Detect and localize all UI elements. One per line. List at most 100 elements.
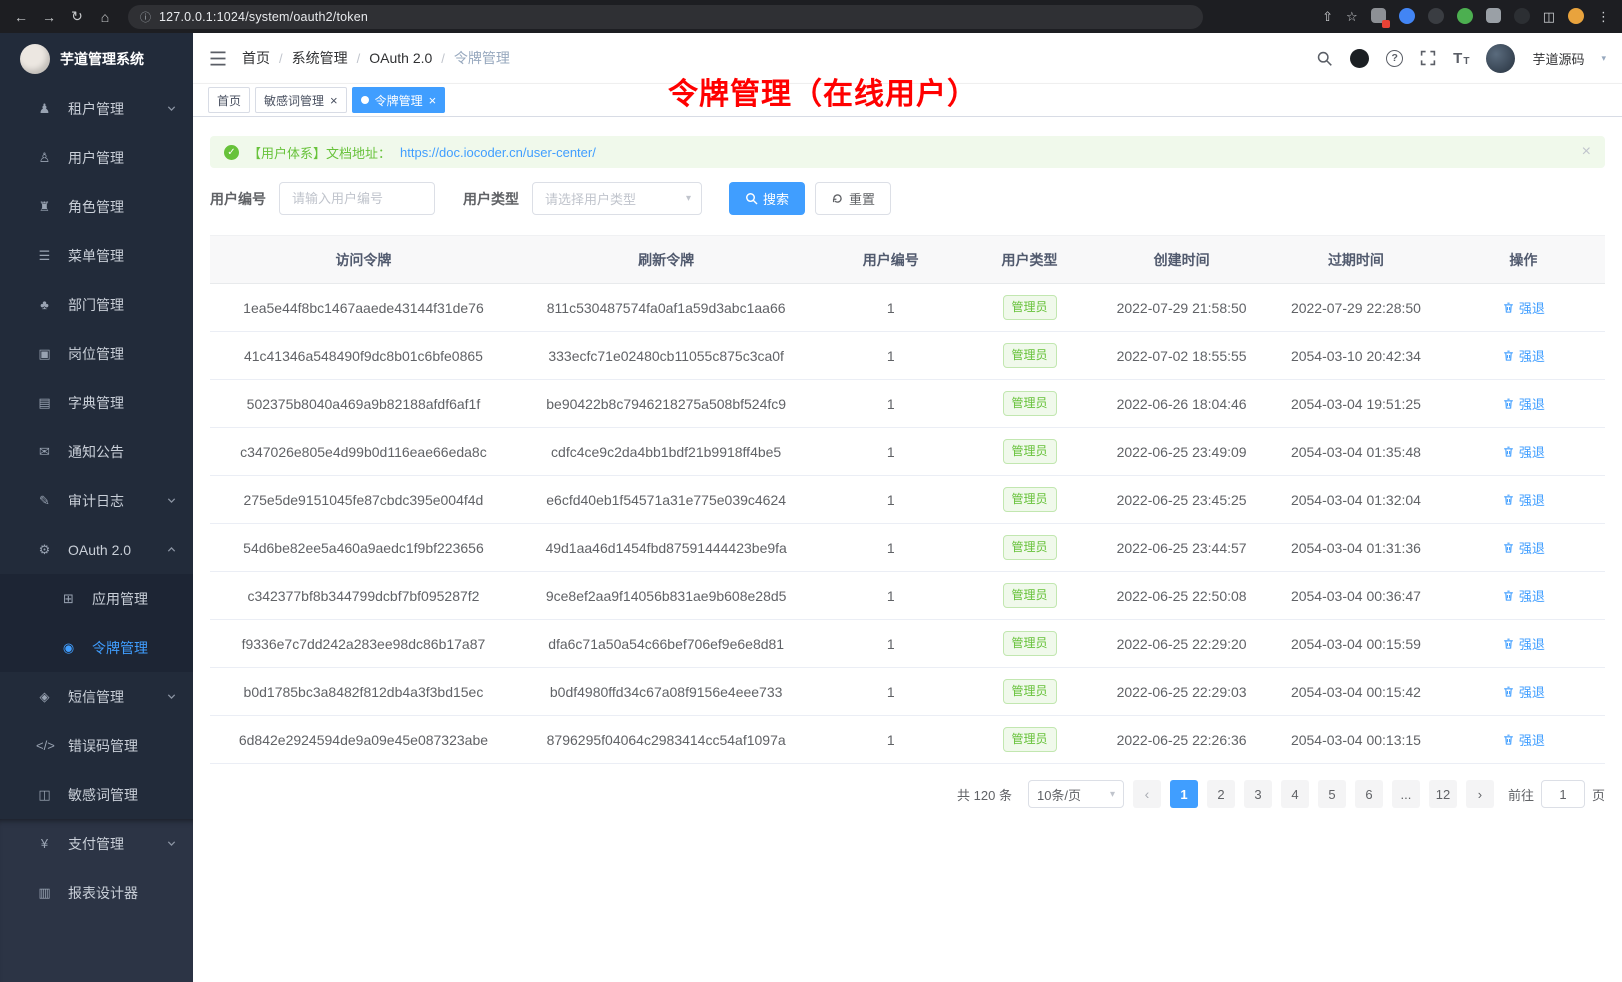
user-id-input[interactable] xyxy=(279,182,435,215)
sidebar-item-pay[interactable]: ¥支付管理 xyxy=(0,819,193,868)
app-logo[interactable]: 芋道管理系统 xyxy=(0,33,193,84)
user-type-badge: 管理员 xyxy=(1003,583,1057,607)
sidebar-item-errcode[interactable]: </>错误码管理 xyxy=(0,721,193,770)
page-number-button[interactable]: 6 xyxy=(1355,780,1383,808)
github-icon[interactable] xyxy=(1350,49,1369,68)
forward-icon[interactable]: → xyxy=(40,9,58,25)
force-logout-button[interactable]: 强退 xyxy=(1502,346,1545,365)
close-icon[interactable]: × xyxy=(330,94,338,107)
font-size-icon[interactable]: TT xyxy=(1453,50,1469,67)
tab-token-management[interactable]: 令牌管理 × xyxy=(352,87,446,113)
sidebar-item-label: 错误码管理 xyxy=(68,736,177,756)
sidebar-item-menu[interactable]: ☰菜单管理 xyxy=(0,231,193,280)
header-actions: ? TT 芋道源码 ▾ xyxy=(1316,44,1606,73)
action-cell: 强退 xyxy=(1442,716,1605,764)
user-menu-caret-icon[interactable]: ▾ xyxy=(1601,53,1606,64)
sidebar-item-role[interactable]: ♜角色管理 xyxy=(0,182,193,231)
sidebar-item-report[interactable]: ▥报表设计器 xyxy=(0,868,193,917)
prev-page-button[interactable]: ‹ xyxy=(1133,780,1161,808)
refresh-token-cell: cdfc4ce9c2da4bb1bdf21b9918ff4be5 xyxy=(517,428,816,476)
fullscreen-icon[interactable] xyxy=(1420,50,1436,66)
sidebar-item-oauth[interactable]: ⚙OAuth 2.0 xyxy=(0,525,193,574)
dept-icon: ♣ xyxy=(36,297,53,312)
audit-icon: ✎ xyxy=(36,493,53,509)
goto-page-input[interactable] xyxy=(1541,780,1585,808)
browser-menu-icon[interactable]: ⋮ xyxy=(1597,10,1610,23)
user-type-select[interactable]: 请选择用户类型 ▾ xyxy=(532,182,702,215)
side-panel-icon[interactable]: ◫ xyxy=(1543,10,1555,23)
breadcrumb-system[interactable]: 系统管理 xyxy=(292,48,348,68)
user-type-cell: 管理员 xyxy=(966,524,1093,572)
tab-home[interactable]: 首页 xyxy=(208,87,250,113)
force-logout-button[interactable]: 强退 xyxy=(1502,730,1545,749)
sidebar-item-token[interactable]: ◉令牌管理 xyxy=(0,623,193,672)
profile-avatar-icon[interactable] xyxy=(1568,8,1584,26)
page-number-button[interactable]: 5 xyxy=(1318,780,1346,808)
sidebar-item-dict[interactable]: ▤字典管理 xyxy=(0,378,193,427)
access-token-cell: 1ea5e44f8bc1467aaede43144f31de76 xyxy=(210,284,517,332)
site-info-icon[interactable]: ⓘ xyxy=(140,9,151,25)
alert-close-icon[interactable]: × xyxy=(1582,143,1591,161)
home-icon[interactable]: ⌂ xyxy=(96,9,114,25)
sidebar-item-dept[interactable]: ♣部门管理 xyxy=(0,280,193,329)
breadcrumb-home[interactable]: 首页 xyxy=(242,48,270,68)
search-button[interactable]: 搜索 xyxy=(729,182,805,215)
reset-button[interactable]: 重置 xyxy=(815,182,891,215)
page-number-button[interactable]: 2 xyxy=(1207,780,1235,808)
back-icon[interactable]: ← xyxy=(12,9,30,25)
user-name[interactable]: 芋道源码 xyxy=(1532,49,1584,68)
col-refresh-token: 刷新令牌 xyxy=(517,236,816,284)
alert-text: 【用户体系】文档地址： xyxy=(248,143,391,162)
extension-icon-gray[interactable] xyxy=(1514,8,1530,26)
close-icon[interactable]: × xyxy=(429,94,437,107)
help-icon[interactable]: ? xyxy=(1386,50,1403,67)
page-number-button[interactable]: 3 xyxy=(1244,780,1272,808)
sidebar-item-sms[interactable]: ◈短信管理 xyxy=(0,672,193,721)
more-pages-button[interactable]: ... xyxy=(1392,780,1420,808)
user-avatar[interactable] xyxy=(1486,44,1515,73)
page-number-button[interactable]: 1 xyxy=(1170,780,1198,808)
user-id-cell: 1 xyxy=(815,716,966,764)
force-logout-button[interactable]: 强退 xyxy=(1502,538,1545,557)
bookmark-star-icon[interactable]: ☆ xyxy=(1346,10,1358,23)
force-logout-button[interactable]: 强退 xyxy=(1502,394,1545,413)
sidebar-item-tenant[interactable]: ♟租户管理 xyxy=(0,84,193,133)
force-logout-button[interactable]: 强退 xyxy=(1502,682,1545,701)
page-number-button[interactable]: 4 xyxy=(1281,780,1309,808)
user-id-cell: 1 xyxy=(815,668,966,716)
sidebar-item-user[interactable]: ♙用户管理 xyxy=(0,133,193,182)
breadcrumb-oauth[interactable]: OAuth 2.0 xyxy=(369,50,432,66)
sidebar-item-post[interactable]: ▣岗位管理 xyxy=(0,329,193,378)
force-logout-button[interactable]: 强退 xyxy=(1502,586,1545,605)
extension-icon-green[interactable] xyxy=(1457,8,1473,26)
sidebar-item-label: 通知公告 xyxy=(68,442,177,462)
col-user-type: 用户类型 xyxy=(966,236,1093,284)
page-size-select[interactable]: 10条/页 ▾ xyxy=(1028,780,1124,808)
doc-link[interactable]: https://doc.iocoder.cn/user-center/ xyxy=(400,145,596,160)
access-token-cell: 54d6be82ee5a460a9aedc1f9bf223656 xyxy=(210,524,517,572)
extensions-puzzle-icon[interactable] xyxy=(1486,8,1501,25)
search-icon[interactable] xyxy=(1316,50,1333,67)
next-page-button[interactable]: › xyxy=(1466,780,1494,808)
address-bar[interactable]: ⓘ 127.0.0.1:1024/system/oauth2/token xyxy=(128,5,1203,29)
force-logout-button[interactable]: 强退 xyxy=(1502,298,1545,317)
sidebar-item-audit[interactable]: ✎审计日志 xyxy=(0,476,193,525)
extension-icon-red-badge[interactable] xyxy=(1371,8,1386,25)
page-number-button[interactable]: 12 xyxy=(1429,780,1457,808)
force-logout-button[interactable]: 强退 xyxy=(1502,634,1545,653)
table-row: b0d1785bc3a8482f812db4a3f3bd15ec b0df498… xyxy=(210,668,1605,716)
force-logout-button[interactable]: 强退 xyxy=(1502,490,1545,509)
extension-icon-dark[interactable] xyxy=(1428,8,1444,26)
sidebar-item-notice[interactable]: ✉通知公告 xyxy=(0,427,193,476)
force-logout-button[interactable]: 强退 xyxy=(1502,442,1545,461)
refresh-token-cell: e6cfd40eb1f54571a31e775e039c4624 xyxy=(517,476,816,524)
sidebar-item-app[interactable]: ⊞应用管理 xyxy=(0,574,193,623)
sidebar-item-sensitive[interactable]: ◫敏感词管理 xyxy=(0,770,193,819)
share-icon[interactable]: ⇧ xyxy=(1322,10,1333,23)
tenant-icon: ♟ xyxy=(36,101,53,117)
tab-sensitive-words[interactable]: 敏感词管理 × xyxy=(255,87,347,113)
user-id-cell: 1 xyxy=(815,524,966,572)
extension-icon-blue[interactable] xyxy=(1399,8,1415,26)
collapse-sidebar-icon[interactable] xyxy=(209,51,227,66)
refresh-icon[interactable]: ↻ xyxy=(68,8,86,25)
